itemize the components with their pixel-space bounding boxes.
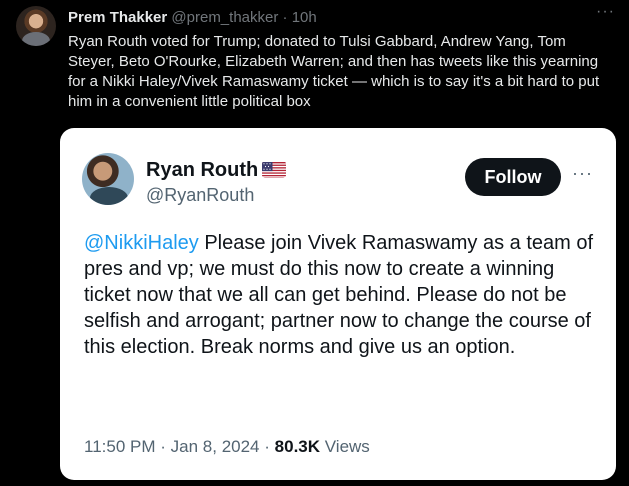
quoted-author-handle[interactable]: @RyanRouth xyxy=(146,184,254,206)
tweet-text: Ryan Routh voted for Trump; donated to T… xyxy=(68,33,600,110)
quoted-author-name-row: Ryan Routh xyxy=(146,158,287,182)
quoted-date[interactable]: Jan 8, 2024 xyxy=(171,437,260,456)
separator: · xyxy=(264,437,270,456)
quoted-more-options-icon[interactable]: ··· xyxy=(572,164,593,182)
mention-link[interactable]: @NikkiHaley xyxy=(84,232,199,254)
quoted-tweet-text: @NikkiHaley Please join Vivek Ramaswamy … xyxy=(84,230,596,360)
quoted-tweet-card[interactable]: Ryan Routh @RyanRouth Follow ··· @NikkiH… xyxy=(60,128,616,480)
quoted-author-name[interactable]: Ryan Routh xyxy=(146,159,258,181)
separator: · xyxy=(282,9,288,26)
quoted-tweet-meta: 11:50 PM · Jan 8, 2024 · 80.3K Views xyxy=(84,436,370,458)
avatar[interactable] xyxy=(16,6,56,46)
post-time[interactable]: 10h xyxy=(292,9,317,26)
tweet-header: Prem Thakker @prem_thakker · 10h xyxy=(68,8,317,28)
author-name[interactable]: Prem Thakker xyxy=(68,9,167,26)
tweet: Prem Thakker @prem_thakker · 10h ··· Rya… xyxy=(0,0,629,486)
author-handle[interactable]: @prem_thakker xyxy=(171,9,278,26)
quoted-time[interactable]: 11:50 PM xyxy=(84,437,156,456)
us-flag-icon xyxy=(262,161,287,178)
follow-button[interactable]: Follow xyxy=(465,158,561,196)
views-count: 80.3K xyxy=(274,437,321,456)
more-options-icon[interactable]: ··· xyxy=(596,4,615,20)
views-label: Views xyxy=(324,437,370,456)
separator: · xyxy=(160,437,166,456)
quoted-avatar[interactable] xyxy=(82,153,134,205)
